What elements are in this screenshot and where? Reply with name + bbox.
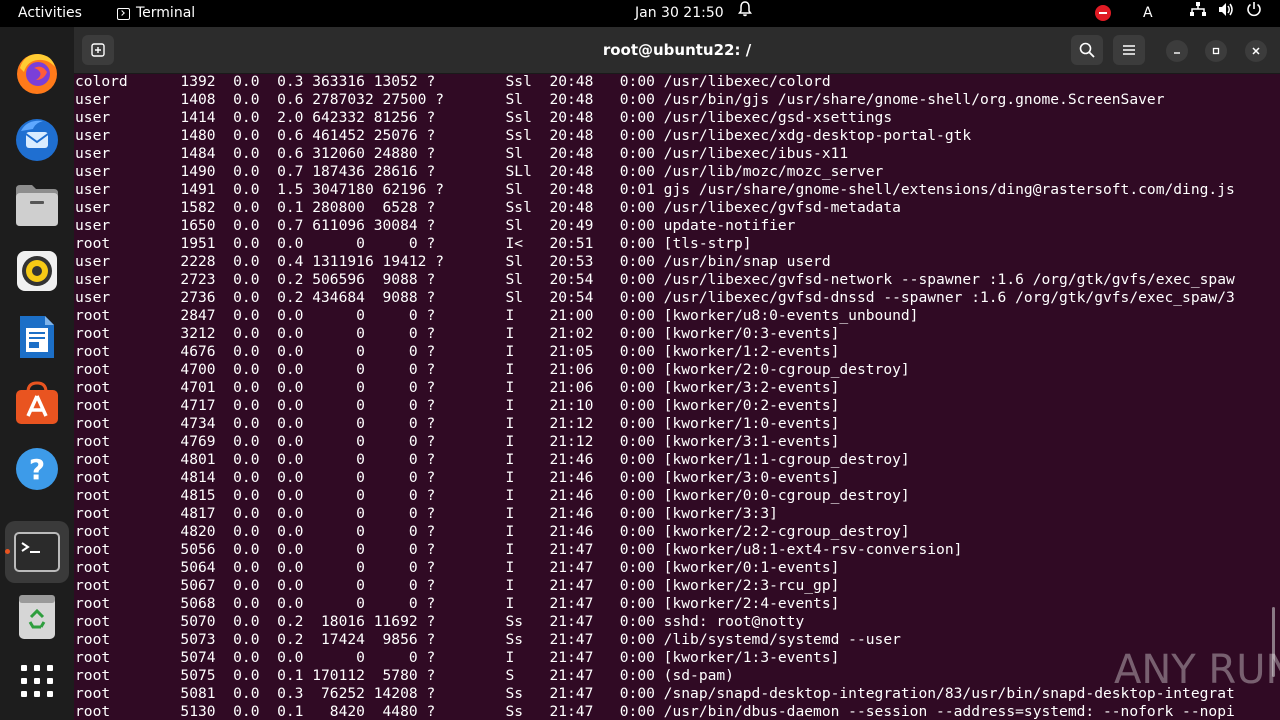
firefox-icon[interactable] xyxy=(13,49,61,97)
terminal-line: user 1650 0.0 0.7 611096 30084 ? Sl 20:4… xyxy=(75,217,796,234)
terminal-line: colord 1392 0.0 0.3 363316 13052 ? Ssl 2… xyxy=(75,73,831,90)
terminal-line: root 3212 0.0 0.0 0 0 ? I 21:02 0:00 [kw… xyxy=(75,325,840,342)
terminal-line: user 2723 0.0 0.2 506596 9088 ? Sl 20:54… xyxy=(75,271,1235,288)
running-indicator xyxy=(5,549,10,554)
terminal-line: root 5081 0.0 0.3 76252 14208 ? Ss 21:47… xyxy=(75,685,1235,702)
terminal-line: root 5075 0.0 0.1 170112 5780 ? S 21:47 … xyxy=(75,667,734,684)
terminal-line: root 5067 0.0 0.0 0 0 ? I 21:47 0:00 [kw… xyxy=(75,577,840,594)
terminal-line: user 1491 0.0 1.5 3047180 62196 ? Sl 20:… xyxy=(75,181,1235,198)
rhythmbox-icon[interactable] xyxy=(13,247,61,295)
dock: ? xyxy=(0,27,74,720)
terminal-line: root 4769 0.0 0.0 0 0 ? I 21:12 0:00 [kw… xyxy=(75,433,840,450)
activities-button[interactable]: Activities xyxy=(18,0,82,27)
terminal-line: root 4801 0.0 0.0 0 0 ? I 21:46 0:00 [kw… xyxy=(75,451,910,468)
terminal-line: root 1951 0.0 0.0 0 0 ? I< 20:51 0:00 [t… xyxy=(75,235,752,252)
terminal-line: root 4700 0.0 0.0 0 0 ? I 21:06 0:00 [kw… xyxy=(75,361,910,378)
terminal-line: root 5070 0.0 0.2 18016 11692 ? Ss 21:47… xyxy=(75,613,805,630)
libreoffice-writer-icon[interactable] xyxy=(13,313,61,361)
svg-text:?: ? xyxy=(29,453,45,486)
watermark-text: ANY RUN xyxy=(1114,647,1280,693)
minimize-button[interactable] xyxy=(1166,40,1188,62)
show-applications-icon[interactable] xyxy=(13,657,61,705)
power-icon[interactable] xyxy=(1246,0,1262,27)
search-button[interactable] xyxy=(1071,35,1103,65)
app-menu[interactable]: Terminal xyxy=(117,0,195,27)
terminal-line: root 5074 0.0 0.0 0 0 ? I 21:47 0:00 [kw… xyxy=(75,649,840,666)
terminal-line: user 1480 0.0 0.6 461452 25076 ? Ssl 20:… xyxy=(75,127,972,144)
new-tab-button[interactable] xyxy=(82,35,114,65)
anyrun-watermark: ANY RUN xyxy=(1114,647,1280,693)
terminal-line: root 5068 0.0 0.0 0 0 ? I 21:47 0:00 [kw… xyxy=(75,595,840,612)
terminal-line: root 5064 0.0 0.0 0 0 ? I 21:47 0:00 [kw… xyxy=(75,559,840,576)
terminal-line: user 1484 0.0 0.6 312060 24880 ? Sl 20:4… xyxy=(75,145,849,162)
network-icon[interactable] xyxy=(1190,0,1206,27)
terminal-icon[interactable] xyxy=(5,521,69,583)
terminal-line: root 4676 0.0 0.0 0 0 ? I 21:05 0:00 [kw… xyxy=(75,343,840,360)
thunderbird-icon[interactable] xyxy=(13,115,61,163)
notification-bell-icon[interactable] xyxy=(738,0,752,27)
files-icon[interactable] xyxy=(13,181,61,229)
keyboard-layout-indicator[interactable]: A xyxy=(1143,0,1153,27)
terminal-line: user 2228 0.0 0.4 1311916 19412 ? Sl 20:… xyxy=(75,253,831,270)
close-button[interactable] xyxy=(1245,40,1267,62)
trash-icon[interactable] xyxy=(13,593,61,641)
terminal-line: root 2847 0.0 0.0 0 0 ? I 21:00 0:00 [kw… xyxy=(75,307,919,324)
volume-icon[interactable] xyxy=(1218,0,1234,27)
terminal-line: root 4701 0.0 0.0 0 0 ? I 21:06 0:00 [kw… xyxy=(75,379,840,396)
terminal-line: root 5130 0.0 0.1 8420 4480 ? Ss 21:47 0… xyxy=(75,703,1235,720)
terminal-line: root 4815 0.0 0.0 0 0 ? I 21:46 0:00 [kw… xyxy=(75,487,910,504)
top-bar: Activities Terminal Jan 30 21:50 A xyxy=(0,0,1280,27)
terminal-line: root 4820 0.0 0.0 0 0 ? I 21:46 0:00 [kw… xyxy=(75,523,910,540)
terminal-line: root 5056 0.0 0.0 0 0 ? I 21:47 0:00 [kw… xyxy=(75,541,963,558)
clock[interactable]: Jan 30 21:50 xyxy=(635,0,724,27)
terminal-line: user 1582 0.0 0.1 280800 6528 ? Ssl 20:4… xyxy=(75,199,901,216)
terminal-output[interactable]: colord 1392 0.0 0.3 363316 13052 ? Ssl 2… xyxy=(75,73,1265,720)
terminal-line: root 4814 0.0 0.0 0 0 ? I 21:46 0:00 [kw… xyxy=(75,469,840,486)
terminal-line: user 1490 0.0 0.7 187436 28616 ? SLl 20:… xyxy=(75,163,884,180)
terminal-app-icon xyxy=(117,7,130,20)
header-bar[interactable]: root@ubuntu22: / xyxy=(74,27,1280,74)
maximize-button[interactable] xyxy=(1205,40,1227,62)
help-icon[interactable]: ? xyxy=(13,445,61,493)
terminal-line: root 4734 0.0 0.0 0 0 ? I 21:12 0:00 [kw… xyxy=(75,415,840,432)
ubuntu-software-icon[interactable] xyxy=(13,379,61,427)
app-menu-label: Terminal xyxy=(136,5,196,21)
terminal-window: root@ubuntu22: / colord 1392 0.0 0.3 363… xyxy=(74,27,1280,720)
terminal-line: root 4717 0.0 0.0 0 0 ? I 21:10 0:00 [kw… xyxy=(75,397,840,414)
menu-button[interactable] xyxy=(1113,35,1145,65)
terminal-line: user 1408 0.0 0.6 2787032 27500 ? Sl 20:… xyxy=(75,91,1165,108)
terminal-line: root 5073 0.0 0.2 17424 9856 ? Ss 21:47 … xyxy=(75,631,901,648)
terminal-line: root 4817 0.0 0.0 0 0 ? I 21:46 0:00 [kw… xyxy=(75,505,778,522)
do-not-disturb-icon[interactable] xyxy=(1095,5,1111,21)
terminal-line: user 1414 0.0 2.0 642332 81256 ? Ssl 20:… xyxy=(75,109,893,126)
terminal-line: user 2736 0.0 0.2 434684 9088 ? Sl 20:54… xyxy=(75,289,1235,306)
